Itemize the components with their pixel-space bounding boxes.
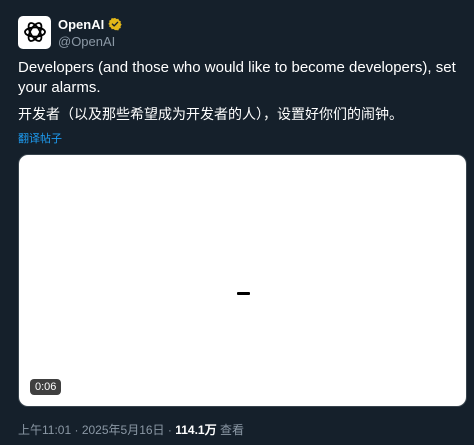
author-names: OpenAI @OpenAI [58,16,122,49]
meta-separator: · [74,423,79,437]
views-count[interactable]: 114.1万 [175,423,216,437]
video-player[interactable]: 0:06 [18,154,467,407]
avatar[interactable] [18,15,51,49]
tweet-time[interactable]: 上午11:01 [18,423,71,437]
tweet-date[interactable]: 2025年5月16日 [82,423,165,437]
openai-logo-icon [23,22,46,42]
tweet-text-english: Developers (and those who would like to … [18,59,456,96]
video-frame-content [237,292,250,295]
author-handle[interactable]: @OpenAI [58,34,122,49]
translate-post-link[interactable]: 翻译帖子 [18,130,62,146]
views-label: 查看 [219,423,244,437]
tweet-text-translated: 开发者（以及那些希望成为开发者的人），设置好你们的闹钟。 [18,106,403,122]
tweet: OpenAI @OpenAI Developers (and those who… [0,0,474,445]
tweet-header: OpenAI @OpenAI [18,15,122,49]
meta-separator-2: · [167,423,172,437]
verified-badge-icon[interactable] [108,17,122,31]
tweet-meta: 上午11:01 · 2025年5月16日 · 114.1万 查看 [18,421,244,438]
name-row: OpenAI [58,16,122,33]
video-duration-badge: 0:06 [30,379,62,395]
display-name[interactable]: OpenAI [58,17,104,32]
